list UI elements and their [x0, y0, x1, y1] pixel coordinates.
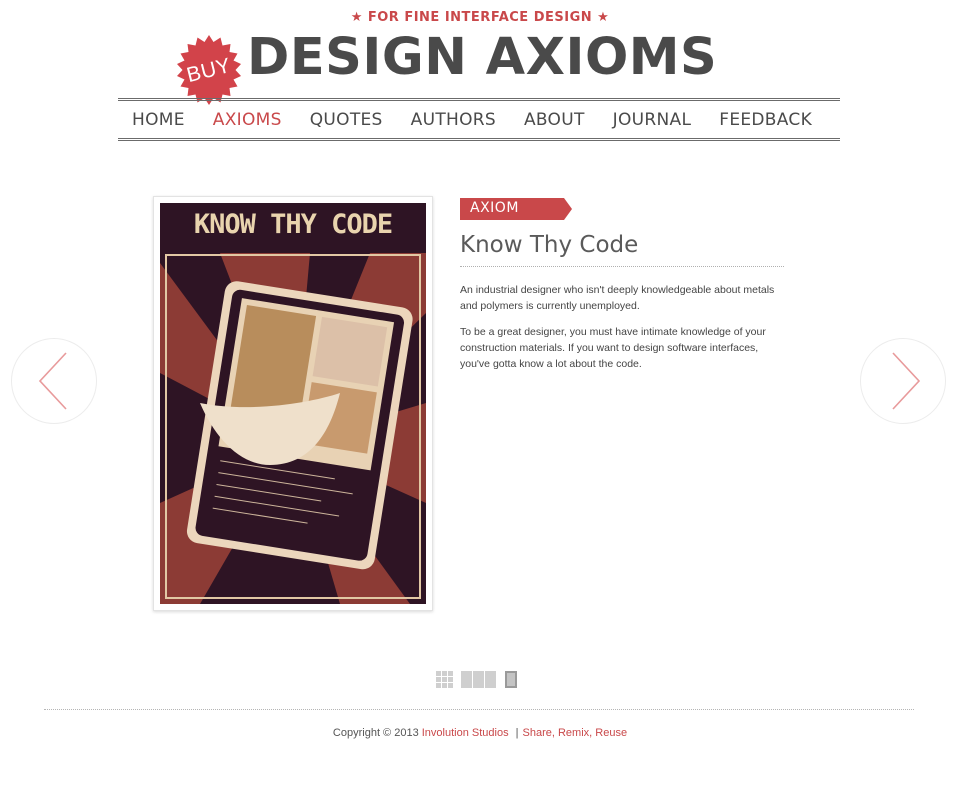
- footer-divider: [44, 709, 914, 710]
- nav-item-quotes[interactable]: QUOTES: [310, 110, 383, 130]
- license-link[interactable]: Share, Remix, Reuse: [523, 727, 628, 739]
- poster-artwork: KNOW THY CODE: [160, 203, 426, 604]
- nav-item-journal[interactable]: JOURNAL: [613, 110, 692, 130]
- description-paragraph: To be a great designer, you must have in…: [460, 326, 766, 370]
- involution-studios-link[interactable]: Involution Studios: [422, 727, 509, 739]
- poster-title: KNOW THY CODE: [193, 209, 393, 240]
- nav-item-feedback[interactable]: FEEDBACK: [719, 110, 812, 130]
- buy-badge-button[interactable]: BUY: [172, 34, 246, 108]
- copyright-text: Copyright © 2013: [332, 727, 419, 739]
- nav-item-axioms[interactable]: AXIOMS: [213, 110, 282, 130]
- tablet-illustration: [160, 203, 426, 604]
- axiom-poster[interactable]: KNOW THY CODE: [153, 196, 433, 611]
- nav-item-home[interactable]: HOME: [132, 110, 185, 130]
- axiom-tag-label: AXIOM: [470, 200, 519, 216]
- chevron-right-icon: [892, 352, 921, 410]
- axiom-title: Know Thy Code: [460, 232, 639, 258]
- nav-item-authors[interactable]: AUTHORS: [411, 110, 496, 130]
- footer-separator: |: [515, 727, 519, 739]
- site-logo[interactable]: DESIGN AXIOMS: [247, 28, 717, 88]
- description-paragraph: An industrial designer who isn't deeply …: [460, 284, 775, 312]
- main-nav: HOME AXIOMS QUOTES AUTHORS ABOUT JOURNAL…: [118, 98, 840, 141]
- footer: Copyright © 2013 Involution Studios | Sha…: [0, 727, 960, 739]
- strip-view-icon[interactable]: [461, 671, 497, 688]
- tagline: ★ FOR FINE INTERFACE DESIGN ★: [350, 10, 610, 25]
- title-divider: [460, 266, 784, 267]
- nav-item-about[interactable]: ABOUT: [524, 110, 585, 130]
- prev-slide-button[interactable]: [11, 338, 97, 424]
- next-slide-button[interactable]: [860, 338, 946, 424]
- grid-view-icon[interactable]: [436, 671, 453, 688]
- chevron-left-icon: [38, 352, 67, 410]
- single-view-icon[interactable]: [505, 671, 517, 688]
- axiom-tag: AXIOM: [460, 198, 572, 220]
- axiom-description: An industrial designer who isn't deeply …: [460, 282, 785, 382]
